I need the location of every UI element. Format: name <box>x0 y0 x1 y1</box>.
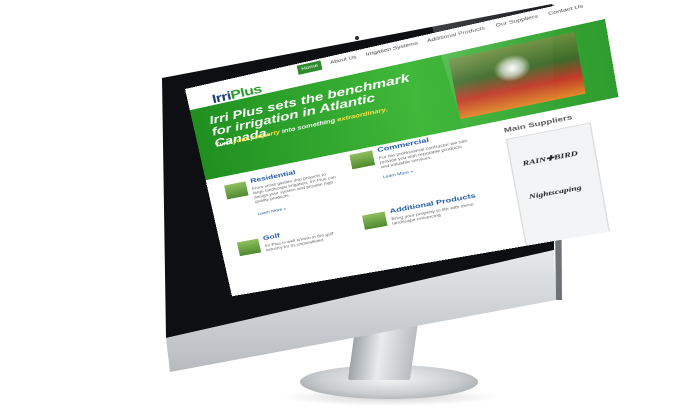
product-mockup: IrriPlus Home About Us Irrigation System… <box>0 0 700 415</box>
commercial-thumbnail <box>349 150 376 170</box>
golf-thumbnail <box>236 238 262 257</box>
nightscaping-logo[interactable]: Nightscaping <box>528 184 582 201</box>
learn-more-link[interactable]: Learn More » <box>257 206 286 216</box>
suppliers-box: RAIN✚BIRD Nightscaping <box>505 122 611 248</box>
camera-icon <box>355 36 359 40</box>
rain-bird-logo[interactable]: RAIN✚BIRD <box>522 150 578 168</box>
residential-thumbnail <box>224 181 249 200</box>
main-suppliers-panel: Main Suppliers RAIN✚BIRD Nightscaping <box>498 109 618 248</box>
nav-home[interactable]: Home <box>296 60 323 75</box>
card-additional-products: Additional Products Bring your property … <box>361 193 484 260</box>
card-text: Irri Plus is well known in the golf indu… <box>264 231 334 253</box>
nav-about-us[interactable]: About Us <box>330 54 357 65</box>
additional-products-thumbnail <box>361 211 388 230</box>
card-residential: Residential From small garden drip proje… <box>224 163 340 229</box>
card-golf: Golf Irri Plus is well known in the golf… <box>236 221 352 285</box>
nav-contact-us[interactable]: Contact Us <box>548 3 584 17</box>
learn-more-link[interactable]: Learn More » <box>382 169 413 179</box>
